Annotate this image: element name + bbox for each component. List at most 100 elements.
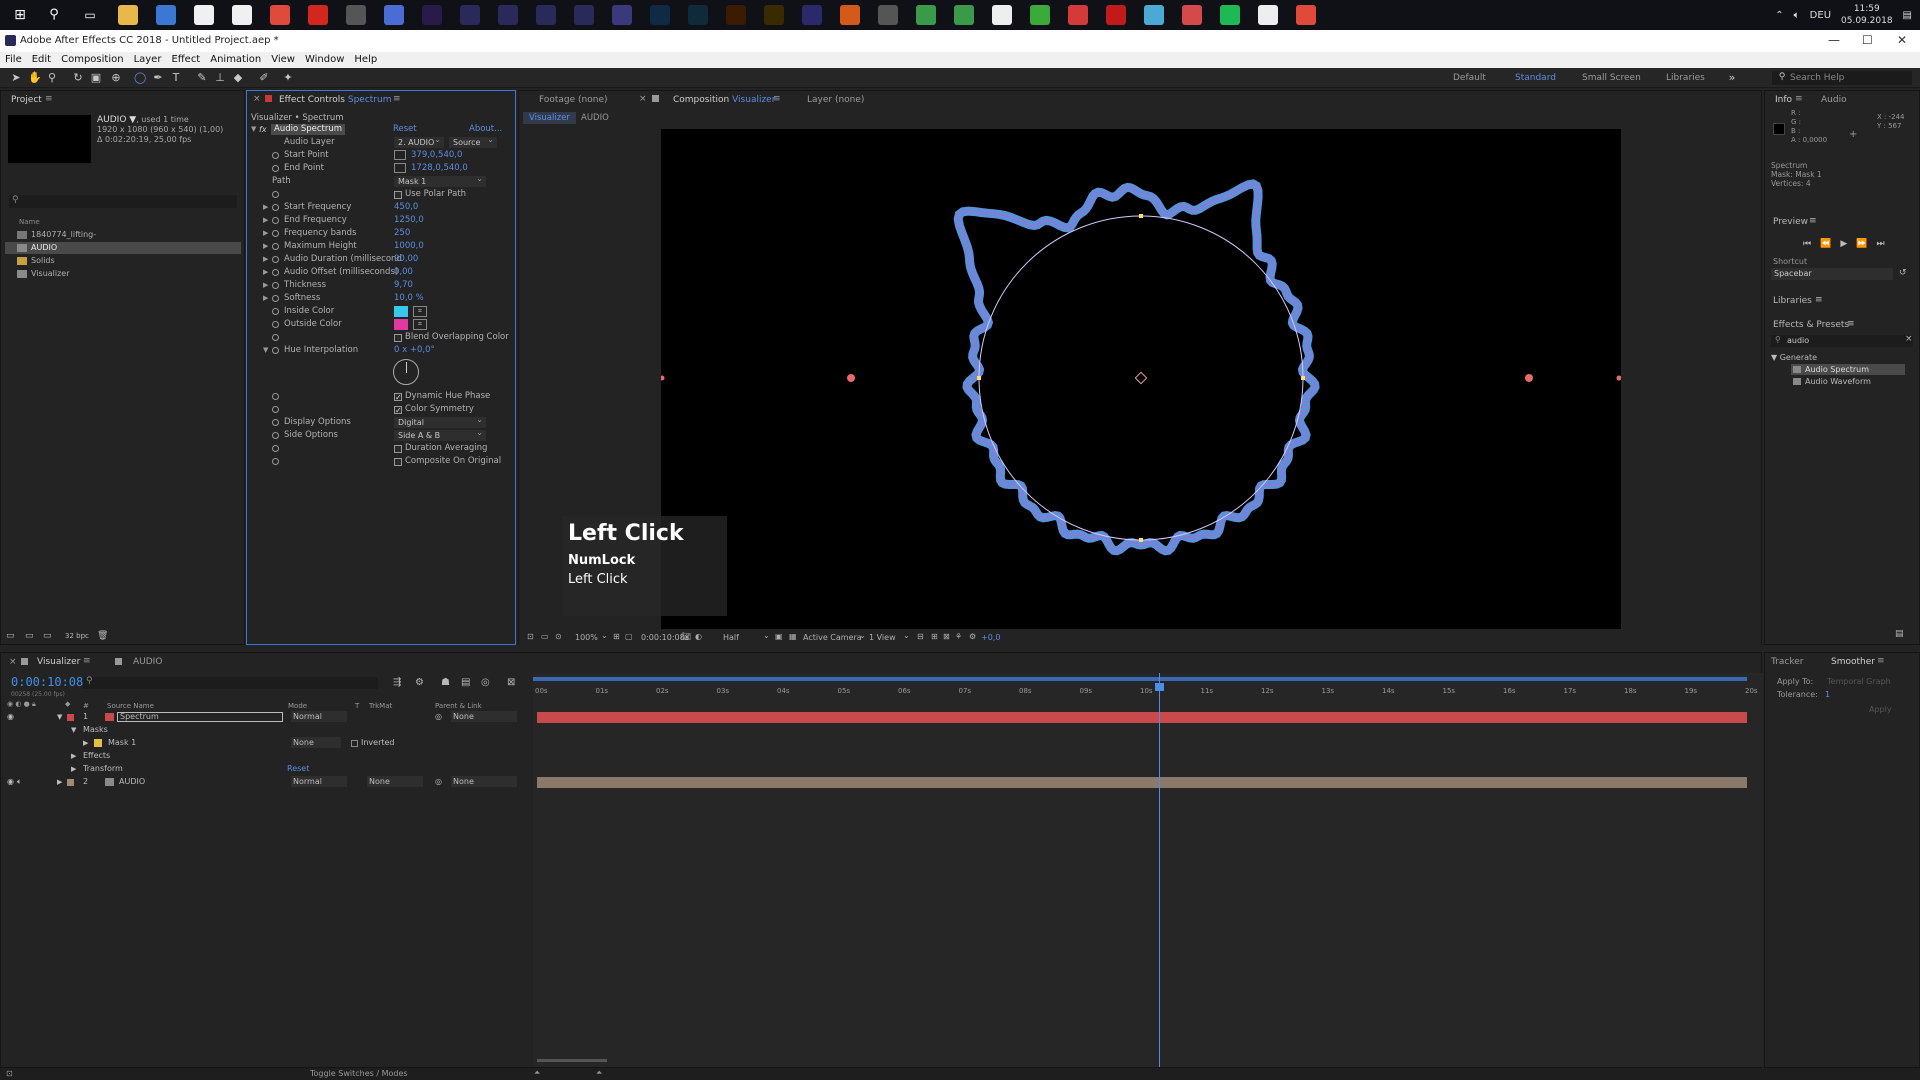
audio-layer-dropdown[interactable]: 2. AUDIO (394, 134, 444, 148)
store-icon[interactable] (232, 5, 252, 25)
transparency-grid-icon[interactable]: ▦ (789, 632, 797, 641)
effect-point-handle[interactable] (1525, 374, 1533, 382)
exposure-value[interactable]: +0,0 (981, 633, 1000, 642)
layer-label-color[interactable] (67, 714, 74, 721)
transform-group-row[interactable]: ▶ Transform Reset (1, 763, 533, 775)
lock-icon[interactable] (265, 95, 272, 102)
timeline-icon[interactable]: ⊠ (943, 632, 950, 641)
first-frame-icon[interactable]: ⏮ (1803, 239, 1811, 249)
mask1-row[interactable]: ▶ Mask 1 None Inverted (1, 737, 533, 749)
explorer-icon[interactable] (118, 5, 138, 25)
search-icon[interactable]: ⚲ (44, 5, 64, 25)
tab-audio[interactable]: Audio (1821, 95, 1847, 105)
workspace-overflow-icon[interactable]: » (1726, 71, 1738, 84)
inside-color-swatch[interactable] (394, 306, 408, 317)
fx-toggle-icon[interactable]: fx (259, 123, 267, 136)
preview-panel-title[interactable]: Preview (1773, 217, 1808, 227)
hand-tool-icon[interactable]: ✋ (28, 71, 42, 84)
effect-point-handle[interactable] (847, 374, 855, 382)
snapshot-icon[interactable]: 📷︎ (681, 632, 691, 641)
stopwatch-icon[interactable] (272, 321, 279, 328)
draft-3d-icon[interactable]: ⚙ (415, 677, 424, 688)
menu-composition[interactable]: Composition (56, 52, 128, 68)
premiere-icon[interactable] (422, 5, 442, 25)
after-effects-icon[interactable] (498, 5, 518, 25)
mask-visibility-icon[interactable]: ⊙ (555, 632, 562, 641)
dynamic-hue-checkbox[interactable] (394, 391, 402, 404)
blend-overlapping-checkbox[interactable] (394, 334, 402, 342)
crosshair-icon[interactable] (394, 150, 406, 160)
menu-edit[interactable]: Edit (27, 52, 56, 68)
panel-menu-icon[interactable]: ≡ (773, 94, 781, 104)
fx-property-value[interactable]: 0,00 (394, 266, 413, 279)
minimize-button[interactable]: — (1828, 33, 1840, 47)
effects-presets-title[interactable]: Effects & Presets (1773, 320, 1849, 330)
safe-margins-icon[interactable]: ⊞ (613, 632, 620, 641)
shortcut-dropdown[interactable]: Spacebar (1771, 268, 1893, 280)
display-options-dropdown[interactable]: Digital (394, 414, 486, 428)
outlook-icon[interactable] (156, 5, 176, 25)
resize-handle-icon[interactable]: ▤ (1895, 629, 1904, 639)
fx-property-value[interactable]: 450,0 (394, 201, 418, 214)
clone-stamp-tool-icon[interactable]: ⊥ (214, 71, 226, 84)
hide-shy-layers-icon[interactable]: ☗ (441, 677, 450, 688)
playhead-handle[interactable] (1155, 683, 1164, 691)
composition-canvas[interactable] (661, 129, 1621, 629)
panel-menu-icon[interactable]: ≡ (1847, 319, 1855, 329)
expand-arrow-icon[interactable]: ▶ (263, 253, 268, 266)
column-name[interactable]: Name (19, 218, 40, 226)
close-tab-icon[interactable]: × (9, 657, 17, 667)
layer-row-spectrum[interactable]: ◉ ▼ 1 Spectrum Normal ◎ None (1, 711, 533, 723)
expand-arrow-icon[interactable]: ▶ (263, 292, 268, 305)
camera-view-dropdown[interactable]: Active Camera (803, 633, 862, 642)
eyedropper-icon[interactable]: ⌗ (413, 319, 427, 330)
zoom-slider[interactable] (537, 1059, 607, 1062)
panel-menu-icon[interactable]: ≡ (45, 94, 53, 104)
motion-blur-icon[interactable]: ◎ (481, 677, 490, 688)
tab-info[interactable]: Info (1775, 95, 1792, 105)
mode-dropdown[interactable]: Normal (291, 711, 347, 722)
app-icon[interactable] (1030, 5, 1050, 25)
effect-name[interactable]: Audio Spectrum (271, 124, 346, 135)
always-preview-icon[interactable]: ⊡ (527, 632, 534, 641)
start-point-value[interactable]: 379,0,540,0 (411, 149, 462, 162)
maximize-button[interactable]: ☐ (1862, 33, 1873, 47)
mask-name[interactable]: Mask 1 (108, 737, 136, 749)
trkmat-dropdown[interactable]: None (367, 776, 423, 787)
fx-property-value[interactable]: 90,00 (394, 253, 418, 266)
menu-effect[interactable]: Effect (166, 52, 205, 68)
workspace-libraries[interactable]: Libraries (1666, 73, 1705, 83)
after-effects-icon[interactable] (612, 5, 632, 25)
stopwatch-icon[interactable] (272, 230, 279, 237)
project-item[interactable]: AUDIO (5, 242, 241, 254)
tab-composition[interactable]: Composition Visualizer (673, 95, 775, 105)
stopwatch-icon[interactable] (272, 334, 279, 341)
app-icon[interactable] (840, 5, 860, 25)
workspace-standard[interactable]: Standard (1515, 73, 1556, 83)
effect-header-row[interactable]: ▼ fx Audio Spectrum Reset About... (247, 123, 515, 136)
comp-breadcrumb-audio[interactable]: AUDIO (581, 113, 609, 123)
toggle-switches-button[interactable]: Toggle Switches / Modes (310, 1069, 408, 1078)
effect-point-handle[interactable] (1616, 375, 1622, 381)
close-tab-icon[interactable]: × (639, 94, 647, 104)
mode-dropdown[interactable]: Normal (291, 776, 347, 787)
app-icon[interactable] (802, 5, 822, 25)
last-frame-icon[interactable]: ⏭ (1876, 239, 1884, 249)
stopwatch-icon[interactable] (272, 217, 279, 224)
fx-property-value[interactable]: 250 (394, 227, 410, 240)
ellipse-tool-icon[interactable]: ◯ (134, 71, 146, 84)
clear-search-icon[interactable]: × (1905, 334, 1913, 344)
frame-blending-icon[interactable]: ▤ (461, 677, 470, 688)
parent-pickwhip-icon[interactable]: ◎ (435, 776, 442, 788)
resolution-dropdown[interactable]: Half (723, 633, 739, 642)
fx-property-value[interactable]: 1000,0 (394, 240, 424, 253)
timeline-current-time[interactable]: 0:00:10:08 (11, 675, 83, 689)
menu-view[interactable]: View (266, 52, 300, 68)
mask-vertex[interactable] (977, 376, 981, 380)
layer-bar-audio[interactable] (537, 777, 1747, 788)
expand-arrow-icon[interactable]: ▼ (71, 724, 76, 736)
reset-button[interactable]: Reset (393, 123, 417, 136)
windows-start-icon[interactable]: ⊞ (10, 5, 30, 25)
puppet-tool-icon[interactable]: ✦ (282, 71, 294, 84)
app-icon[interactable] (878, 5, 898, 25)
